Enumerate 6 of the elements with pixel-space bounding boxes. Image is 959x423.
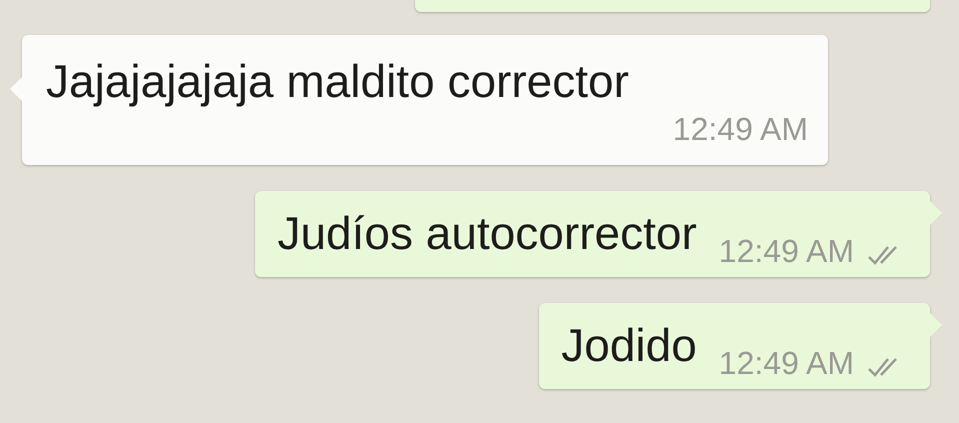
message-time: 12:49 AM	[672, 110, 808, 149]
message-text: Jajajajajaja maldito corrector	[46, 54, 630, 109]
message-time: 12:49 AM	[718, 232, 854, 271]
message-text: Judíos autocorrector	[277, 206, 697, 261]
message-text: Jodido	[561, 318, 697, 373]
message-time: 12:49 AM	[718, 344, 854, 383]
